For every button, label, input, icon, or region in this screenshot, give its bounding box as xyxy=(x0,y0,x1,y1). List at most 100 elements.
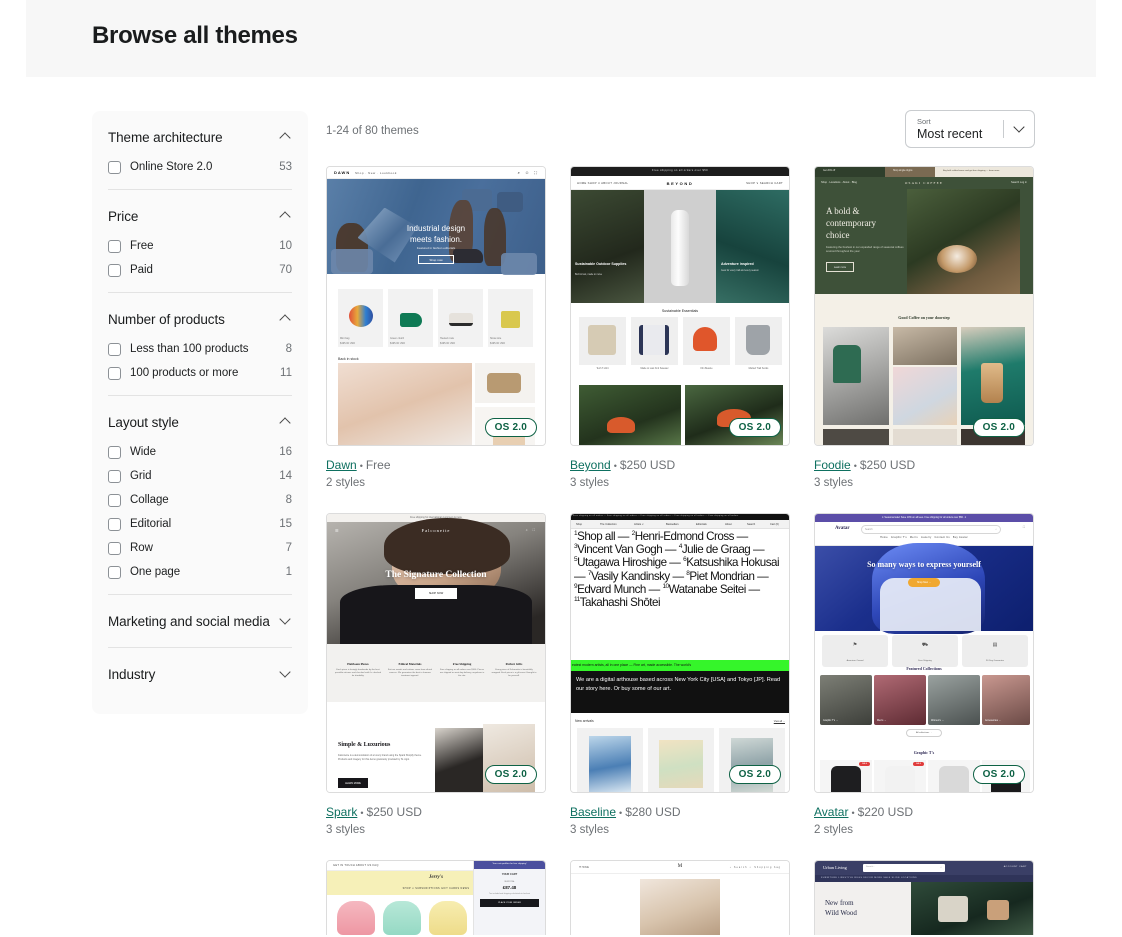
facet-title: Number of products xyxy=(108,312,225,327)
preview-tile xyxy=(823,429,889,445)
filter-option-online-store-2-0[interactable]: Online Store 2.0 53 xyxy=(108,155,292,179)
facet-header-industry[interactable]: Industry xyxy=(108,656,292,692)
preview-collection-tile: Graphic T's → xyxy=(820,675,872,725)
filter-option-one-page[interactable]: One page 1 xyxy=(108,560,292,584)
theme-preview-avatar[interactable]: ✦ Seasonal sale! Save 10% on all tees. F… xyxy=(814,513,1034,793)
checkbox-icon[interactable] xyxy=(108,542,121,555)
theme-styles-count: 3 styles xyxy=(814,477,1034,489)
theme-preview-minimal[interactable]: ☰ HOME M ⌕ Search ☺ Shopping bag xyxy=(570,860,790,935)
preview-headline: New from Wild Wood xyxy=(825,899,857,918)
filter-label: Free xyxy=(130,240,279,252)
checkbox-icon[interactable] xyxy=(108,161,121,174)
theme-preview-jerry[interactable]: GET IN TOUCH ABOUT US FAQ Hours ∨ ⌕ ☺ ⛶ … xyxy=(326,860,546,935)
preview-section-title: Good Coffee on your doorstep xyxy=(898,315,949,320)
facet-header-theme-architecture[interactable]: Theme architecture xyxy=(108,119,292,155)
preview-nav-item: Bestsellers xyxy=(666,523,679,526)
facet-header-number-of-products[interactable]: Number of products xyxy=(108,301,292,337)
facet-header-marketing-and-social-media[interactable]: Marketing and social media xyxy=(108,603,292,639)
preview-nav-item: Search xyxy=(747,523,755,526)
facet-header-layout-style[interactable]: Layout style xyxy=(108,404,292,440)
preview-announcement-text: Free shipping on all orders over $50 xyxy=(652,169,708,172)
theme-styles-count: 3 styles xyxy=(570,477,790,489)
theme-preview-baseline[interactable]: Free shipping on all orders — Free shipp… xyxy=(570,513,790,793)
theme-name-link[interactable]: Spark xyxy=(326,805,357,819)
preview-nav-right: ⌕ Search ☺ Shopping bag xyxy=(730,866,781,869)
sort-select[interactable]: Sort Most recent xyxy=(905,110,1035,148)
theme-name-link[interactable]: Foodie xyxy=(814,458,851,472)
checkbox-icon[interactable] xyxy=(108,518,121,531)
preview-canvas: Free shipping on all orders — Free shipp… xyxy=(571,514,789,792)
checkbox-icon[interactable] xyxy=(108,566,121,579)
theme-preview-beyond[interactable]: Free shipping on all orders over $50 HOM… xyxy=(570,166,790,446)
preview-product-image xyxy=(746,325,770,355)
filter-option-free[interactable]: Free 10 xyxy=(108,234,292,258)
preview-product-image xyxy=(349,305,373,327)
filter-option-wide[interactable]: Wide 16 xyxy=(108,440,292,464)
theme-preview-foodie[interactable]: Get 20% off Shop single origins Buy bulk… xyxy=(814,166,1034,446)
preview-typography-item: Takahashi Shōtei xyxy=(580,596,660,609)
filter-option-editorial[interactable]: Editorial 15 xyxy=(108,512,292,536)
preview-latte xyxy=(937,245,977,273)
checkbox-icon[interactable] xyxy=(108,446,121,459)
preview-tile-title: Adventure inspired xyxy=(721,262,783,267)
preview-product-name: Made to Last Knit Sweater xyxy=(631,367,678,370)
theme-name-link[interactable]: Beyond xyxy=(570,458,611,472)
preview-section-title: Featured Collections xyxy=(906,666,941,671)
preview-collection-label: Men's → xyxy=(877,719,886,722)
preview-product-image xyxy=(501,311,520,328)
checkbox-icon[interactable] xyxy=(108,494,121,507)
preview-hero-right xyxy=(911,882,1033,935)
checkbox-icon[interactable] xyxy=(108,367,121,380)
filter-option-grid[interactable]: Grid 14 xyxy=(108,464,292,488)
preview-product-image xyxy=(693,327,717,351)
preview-cart-subtotal-label: SUBTOTAL xyxy=(504,881,514,883)
preview-feature-text: Knit our woods and cottons come from eth… xyxy=(387,669,433,679)
separator-dot: • xyxy=(854,461,857,471)
preview-cta: SHOP NOW xyxy=(415,588,457,599)
checkbox-icon[interactable] xyxy=(108,343,121,356)
theme-preview-spark[interactable]: Free shipping for international customer… xyxy=(326,513,546,793)
preview-feature: Heirloom Pieces Each piece is lovingly h… xyxy=(335,662,381,679)
preview-hero xyxy=(815,546,1033,631)
preview-subn<av-text: FURNITURE LIFESTYLE RUGS DECOR MORE SALE… xyxy=(821,877,917,879)
preview-side-product xyxy=(487,373,521,393)
filter-option-100-products-or-more[interactable]: 100 products or more 11 xyxy=(108,361,292,385)
preview-feature-text: Every piece of Falconette is beautifully… xyxy=(491,669,537,679)
theme-name-link[interactable]: Baseline xyxy=(570,805,616,819)
preview-nav-icons: ⌕ ☺ ⛶ xyxy=(518,170,539,175)
preview-tile-title: Sustainable Outdoor Supplies xyxy=(575,262,637,267)
preview-lifestyle-image xyxy=(435,728,485,792)
theme-card-urban-living: Urban Living Search... ⌕ ACCOUNT CART FU… xyxy=(814,860,1034,935)
filter-option-collage[interactable]: Collage 8 xyxy=(108,488,292,512)
checkbox-icon[interactable] xyxy=(108,264,121,277)
preview-planter xyxy=(987,900,1009,920)
filter-option-row[interactable]: Row 7 xyxy=(108,536,292,560)
preview-typography-item: Piet Mondrian xyxy=(689,570,754,583)
preview-hero xyxy=(327,522,545,644)
theme-preview-urban-living[interactable]: Urban Living Search... ⌕ ACCOUNT CART FU… xyxy=(814,860,1034,935)
theme-name-link[interactable]: Avatar xyxy=(814,805,848,819)
preview-planter xyxy=(938,896,968,922)
preview-canvas: ✦ Seasonal sale! Save 10% on all tees. F… xyxy=(815,514,1033,792)
preview-top-bar-b xyxy=(885,167,935,177)
preview-tshirt xyxy=(885,766,915,792)
facet-header-price[interactable]: Price xyxy=(108,198,292,234)
filter-option-less-than-100-products[interactable]: Less than 100 products 8 xyxy=(108,337,292,361)
preview-tshirt xyxy=(831,766,861,792)
chevron-down-icon xyxy=(280,615,292,627)
filters-sidebar: Theme architecture Online Store 2.0 53 P… xyxy=(92,111,308,714)
theme-name-link[interactable]: Dawn xyxy=(326,458,357,472)
chevron-down-icon[interactable] xyxy=(1004,127,1034,131)
preview-nav-right: SHOP ∨ SEARCH CART xyxy=(746,181,783,185)
checkbox-icon[interactable] xyxy=(108,240,121,253)
checkbox-icon[interactable] xyxy=(108,470,121,483)
preview-subnav: FURNITURE LIFESTYLE RUGS DECOR MORE SALE… xyxy=(815,875,1033,882)
separator-dot: • xyxy=(614,461,617,471)
preview-cart-cta-label: PLACE YOUR ORDER xyxy=(480,899,539,907)
filter-option-paid[interactable]: Paid 70 xyxy=(108,258,292,282)
preview-shoe xyxy=(453,249,483,263)
preview-cta-2-label: LEARN MORE xyxy=(338,778,368,788)
theme-preview-dawn[interactable]: DAWN Shop · New · Lookbook ⌕ ☺ ⛶ Ind xyxy=(326,166,546,446)
preview-nav-item: Artists ∨ xyxy=(634,523,644,526)
filter-label: Wide xyxy=(130,446,279,458)
